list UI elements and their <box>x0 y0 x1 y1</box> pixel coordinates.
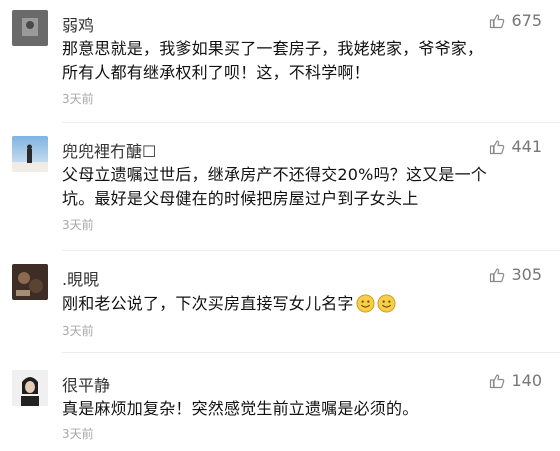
comment-text: 那意思就是，我爹如果买了一套房子，我姥姥家，爷爷家， 所有人都有继承权利了呗！这… <box>62 37 532 85</box>
smiley-emoji-icon <box>377 294 396 313</box>
thumbs-up-icon <box>490 373 505 388</box>
like-button[interactable]: 441 <box>489 137 542 156</box>
timestamp: 3天前 <box>62 324 94 338</box>
like-button[interactable]: 305 <box>489 265 542 284</box>
smiley-emoji-icon <box>356 294 375 313</box>
comment-line: 坑。最好是父母健在的时候把房屋过户到子女头上 <box>62 189 419 208</box>
like-button[interactable]: 675 <box>489 11 542 30</box>
comment-line: 刚和老公说了，下次买房直接写女儿名字 <box>62 294 354 313</box>
like-count: 305 <box>511 265 542 284</box>
like-button[interactable]: 140 <box>489 371 542 390</box>
username[interactable]: 很平静 <box>62 372 110 396</box>
avatar[interactable] <box>12 264 48 300</box>
thumbs-up-icon <box>490 139 505 154</box>
timestamp: 3天前 <box>62 92 94 106</box>
comment-text: 真是麻烦加复杂！突然感觉生前立遗嘱是必须的。 <box>62 397 532 421</box>
username[interactable]: 弱鸡 <box>62 12 94 36</box>
comment-text: 刚和老公说了，下次买房直接写女儿名字 <box>62 292 532 316</box>
thumbs-up-icon <box>490 13 505 28</box>
like-count: 675 <box>511 11 542 30</box>
like-count: 441 <box>511 137 542 156</box>
comment-line: 父母立遗嘱过世后，继承房产不还得交20%吗？这又是一个 <box>62 165 487 184</box>
avatar[interactable] <box>12 136 48 172</box>
thumbs-up-icon <box>490 267 505 282</box>
username[interactable]: .晛晛 <box>62 266 99 290</box>
timestamp: 3天前 <box>62 218 94 232</box>
username[interactable]: 兜兜裡冇醣☐ <box>62 138 156 162</box>
avatar[interactable] <box>12 370 48 406</box>
comment-text: 父母立遗嘱过世后，继承房产不还得交20%吗？这又是一个 坑。最好是父母健在的时候… <box>62 163 532 211</box>
comment-line: 真是麻烦加复杂！突然感觉生前立遗嘱是必须的。 <box>62 399 419 418</box>
comment-line: 那意思就是，我爹如果买了一套房子，我姥姥家，爷爷家， <box>62 39 484 58</box>
like-count: 140 <box>511 371 542 390</box>
divider <box>62 122 560 123</box>
divider <box>62 352 560 353</box>
timestamp: 3天前 <box>62 427 94 441</box>
divider <box>62 250 560 251</box>
comment-line: 所有人都有继承权利了呗！这，不科学啊！ <box>62 63 370 82</box>
avatar[interactable] <box>12 10 48 46</box>
